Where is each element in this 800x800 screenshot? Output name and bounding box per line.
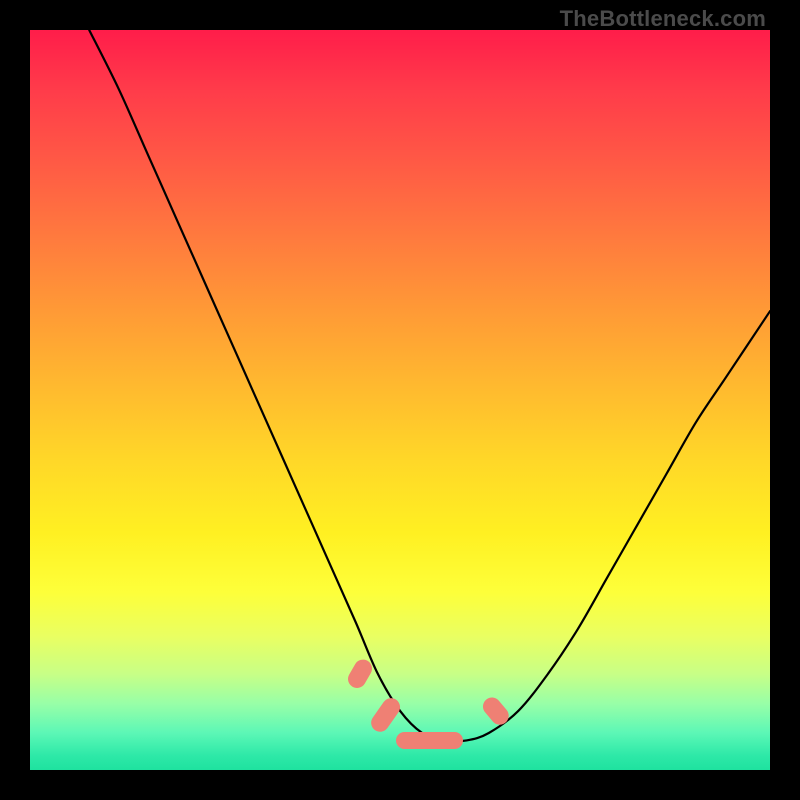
- chart-frame: TheBottleneck.com: [0, 0, 800, 800]
- optimal-range-bar: [396, 732, 463, 750]
- bottleneck-curve: [30, 30, 770, 770]
- watermark-text: TheBottleneck.com: [560, 6, 766, 32]
- plot-area: [30, 30, 770, 770]
